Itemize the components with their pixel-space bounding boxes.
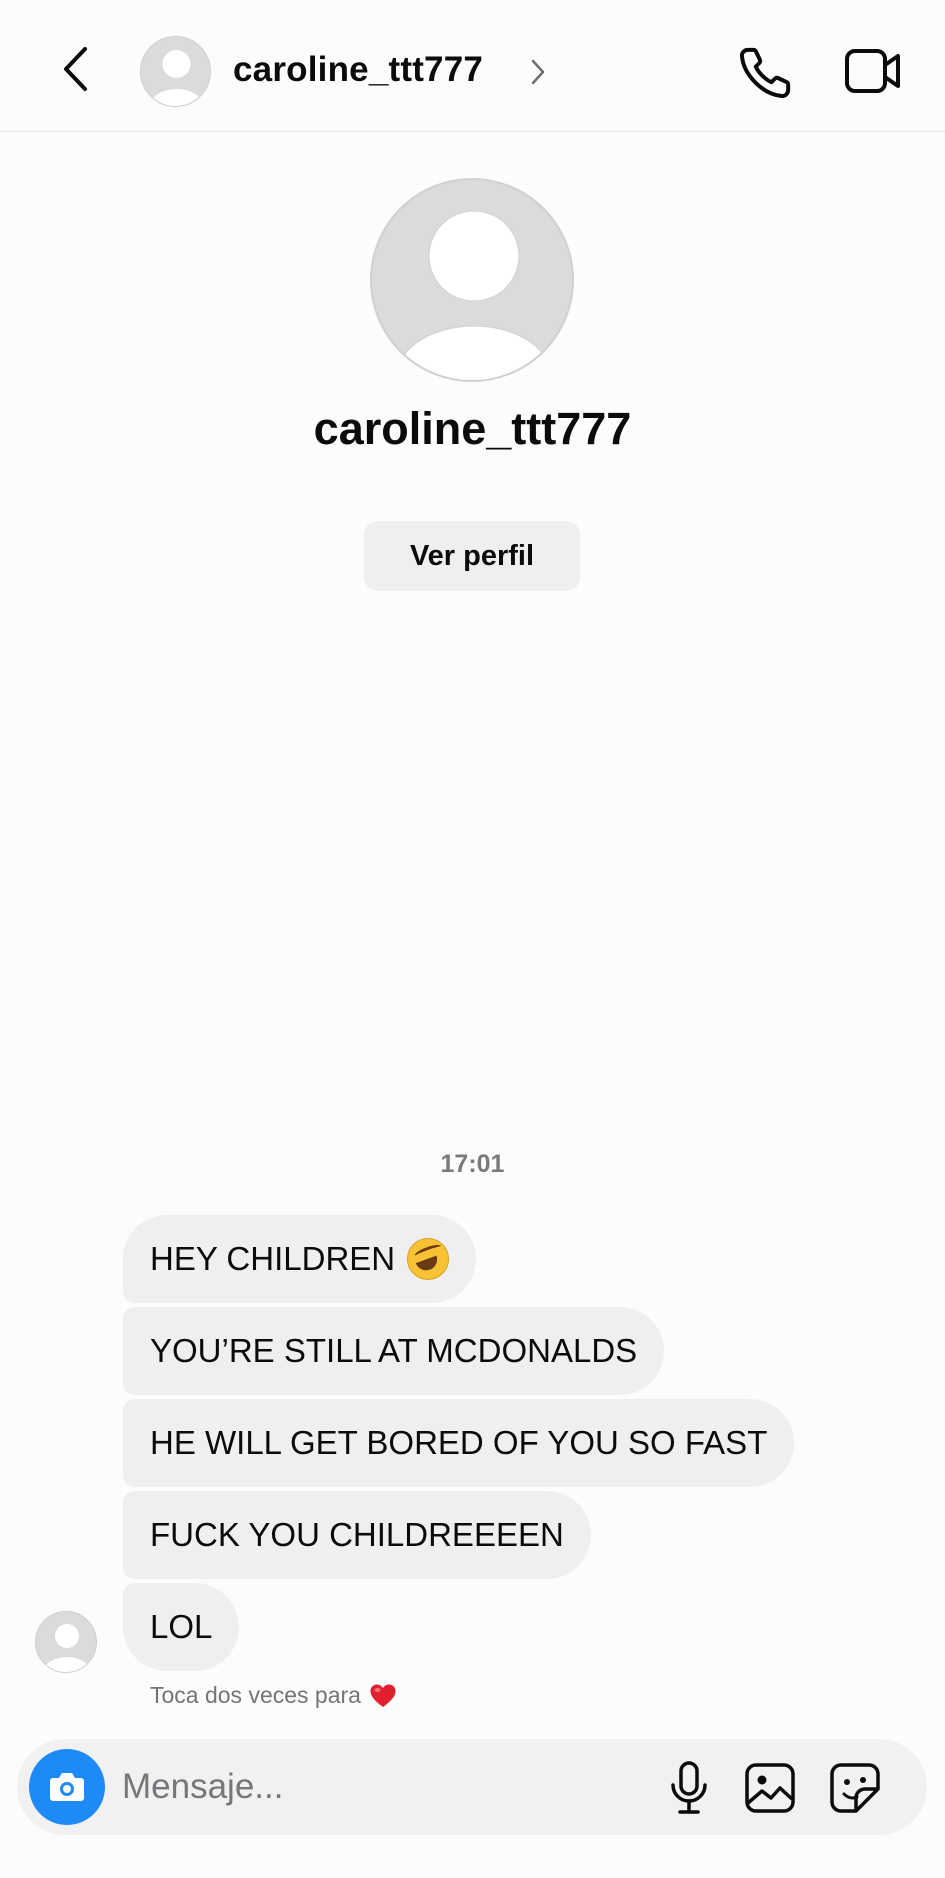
chevron-left-icon: [64, 47, 87, 91]
message-text: HEY CHILDREN: [150, 1240, 396, 1277]
audio-call-button[interactable]: [738, 44, 794, 100]
message-bubble[interactable]: HE WILL GET BORED OF YOU SO FAST: [123, 1399, 795, 1487]
phone-icon: [739, 47, 791, 99]
default-avatar-icon: [372, 180, 572, 380]
header-username[interactable]: caroline_ttt777: [233, 50, 483, 90]
video-call-button[interactable]: [844, 46, 902, 96]
rolling-laughing-emoji-icon: [407, 1238, 450, 1280]
header-avatar[interactable]: [140, 36, 211, 107]
camera-icon: [50, 1773, 84, 1801]
profile-username: caroline_ttt777: [313, 403, 632, 454]
microphone-icon: [671, 1761, 707, 1814]
message-timestamp: 17:01: [440, 1150, 505, 1178]
default-avatar-icon: [141, 37, 210, 106]
message-bubble[interactable]: HEY CHILDREN: [123, 1215, 477, 1303]
back-button[interactable]: [52, 44, 102, 94]
sticker-button[interactable]: [828, 1761, 882, 1815]
gallery-button[interactable]: [743, 1761, 797, 1815]
message-bubble[interactable]: FUCK YOU CHILDREEEEN: [123, 1491, 591, 1579]
camera-button[interactable]: [29, 1749, 105, 1825]
video-camera-icon: [845, 49, 900, 93]
heart-icon: [370, 1684, 396, 1707]
direct-message-screen: caroline_ttt777 caroline_ttt777 Ver perf…: [0, 0, 945, 1878]
image-gallery-icon: [745, 1763, 795, 1813]
message-bubble[interactable]: LOL: [123, 1583, 240, 1671]
message-text: YOU’RE STILL AT MCDONALDS: [150, 1332, 638, 1369]
profile-avatar[interactable]: [370, 178, 574, 382]
double-tap-hint: Toca dos veces para: [150, 1682, 397, 1709]
message-input[interactable]: [122, 1755, 642, 1819]
message-text: LOL: [150, 1608, 213, 1645]
chevron-right-icon[interactable]: [528, 56, 548, 88]
message-composer: [17, 1739, 927, 1835]
hint-text: Toca dos veces para: [150, 1682, 361, 1708]
message-text: FUCK YOU CHILDREEEEN: [150, 1516, 564, 1553]
sticker-icon: [830, 1763, 880, 1813]
message-text: HE WILL GET BORED OF YOU SO FAST: [150, 1424, 768, 1461]
default-avatar-icon: [36, 1612, 96, 1672]
microphone-button[interactable]: [662, 1759, 716, 1817]
view-profile-button[interactable]: Ver perfil: [364, 521, 580, 591]
message-bubble[interactable]: YOU’RE STILL AT MCDONALDS: [123, 1307, 665, 1395]
chat-header: caroline_ttt777: [0, 0, 945, 132]
sender-avatar[interactable]: [35, 1611, 97, 1673]
